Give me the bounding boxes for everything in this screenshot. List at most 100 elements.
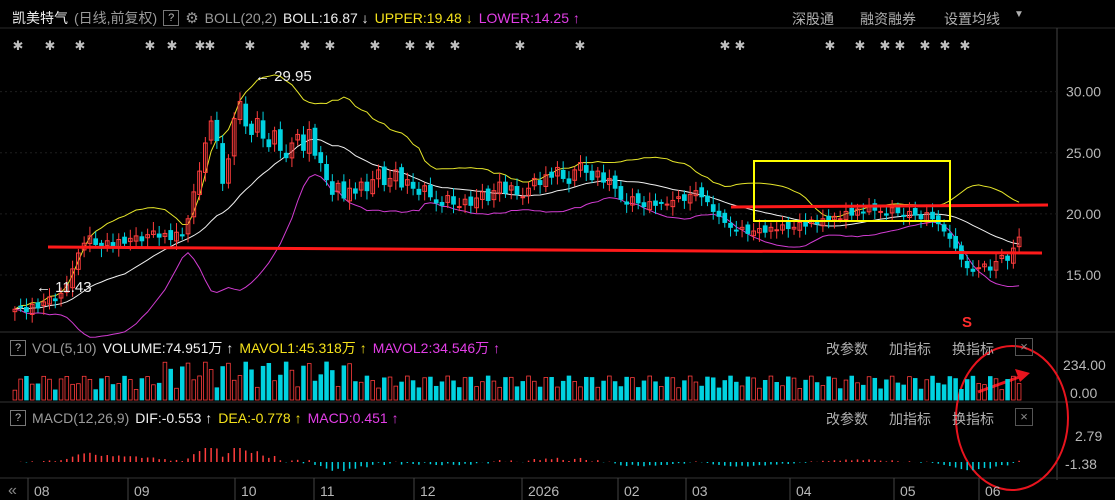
volume-bar xyxy=(457,387,462,401)
volume-bar xyxy=(745,376,751,401)
volume-bar xyxy=(757,387,762,401)
candle xyxy=(959,241,964,268)
candle xyxy=(295,129,301,146)
volume-bar xyxy=(503,377,508,401)
volume-bar xyxy=(335,385,341,401)
volume-bar xyxy=(549,377,554,401)
scroll-left-icon[interactable]: « xyxy=(8,482,17,500)
volume-bar xyxy=(24,375,29,401)
volume-bar xyxy=(145,376,150,401)
volume-bar xyxy=(220,366,225,401)
volume-bar xyxy=(255,386,260,401)
volume-bar xyxy=(70,383,75,401)
candle xyxy=(353,182,358,200)
candle xyxy=(226,154,231,189)
candle xyxy=(595,166,601,186)
vol-switch-indicator-button[interactable]: 换指标 xyxy=(952,339,994,359)
volume-bar xyxy=(572,381,577,401)
volume-bar xyxy=(889,375,895,401)
volume-bar xyxy=(208,369,214,401)
candle xyxy=(41,293,47,315)
candle xyxy=(358,177,364,197)
candle xyxy=(422,182,428,201)
candle xyxy=(116,233,122,257)
volume-bar xyxy=(162,361,168,401)
candle xyxy=(664,196,670,211)
volume-bar xyxy=(635,387,641,401)
volume-bar xyxy=(35,383,41,401)
volume-bar xyxy=(988,376,993,401)
candle xyxy=(202,137,208,182)
candle xyxy=(774,221,780,239)
volume-bar xyxy=(249,369,254,401)
macd-header: ? MACD(12,26,9) DIF:-0.553 ↑ DEA:-0.778 … xyxy=(10,408,405,428)
y-axis: 30.00 25.00 20.00 15.00 xyxy=(1066,84,1101,283)
volume-bar xyxy=(751,377,756,401)
x-tick-label: 12 xyxy=(420,483,436,499)
volume-bar xyxy=(104,376,110,401)
vol-edit-params-button[interactable]: 改参数 xyxy=(826,339,868,359)
volume-bar xyxy=(612,381,618,401)
candle xyxy=(630,188,635,212)
candle xyxy=(1005,251,1010,270)
candle xyxy=(439,196,445,213)
candle xyxy=(243,96,249,134)
volume-bar xyxy=(762,380,768,401)
volume-bar xyxy=(687,375,693,401)
volume-bar xyxy=(301,365,306,401)
candle xyxy=(999,248,1005,264)
macd-y-tick-max: 2.79 xyxy=(1075,428,1103,444)
macd-add-indicator-button[interactable]: 加指标 xyxy=(889,409,931,429)
close-icon[interactable]: × xyxy=(1015,338,1033,356)
candle xyxy=(953,228,958,253)
help-icon[interactable]: ? xyxy=(10,340,26,356)
volume-bar xyxy=(682,380,687,401)
volume-bar xyxy=(820,385,826,401)
x-tick-label: 02 xyxy=(624,483,640,499)
vol-add-indicator-button[interactable]: 加指标 xyxy=(889,339,931,359)
volume-bar xyxy=(670,377,676,401)
candle xyxy=(549,167,554,185)
volume-bar xyxy=(832,377,837,401)
macd-bars xyxy=(19,448,1020,472)
volume-bar xyxy=(272,380,277,401)
volume-bar xyxy=(659,386,664,401)
volume-bar xyxy=(480,381,485,401)
candle xyxy=(589,164,595,184)
macd-edit-params-button[interactable]: 改参数 xyxy=(826,409,868,429)
candle xyxy=(110,233,116,253)
volume-bar xyxy=(855,382,860,401)
candle xyxy=(24,298,29,320)
candle xyxy=(191,183,197,225)
candle xyxy=(151,221,156,238)
volume-bar xyxy=(410,380,416,401)
candle xyxy=(249,120,254,143)
candle xyxy=(901,207,907,225)
volume-bar xyxy=(768,375,774,401)
candle xyxy=(283,144,289,163)
candle xyxy=(612,170,618,198)
volume-bar xyxy=(451,380,456,401)
candle xyxy=(520,187,526,205)
volume-bar xyxy=(139,378,145,401)
y-tick-label: 25.00 xyxy=(1066,145,1101,161)
support-line xyxy=(47,245,1043,255)
candle xyxy=(601,164,606,189)
candle xyxy=(237,92,243,125)
candle xyxy=(318,146,324,172)
close-icon[interactable]: × xyxy=(1015,408,1033,426)
candle xyxy=(497,172,503,202)
volume-bar xyxy=(485,375,491,401)
macd-switch-indicator-button[interactable]: 换指标 xyxy=(952,409,994,429)
volume-bar xyxy=(312,380,318,401)
candle xyxy=(474,188,479,213)
help-icon[interactable]: ? xyxy=(10,410,26,426)
volume-bar xyxy=(41,375,46,401)
volume-bar xyxy=(370,380,375,401)
candle xyxy=(433,190,439,212)
volume-bar xyxy=(999,389,1005,401)
candle xyxy=(76,248,81,276)
volume-bar xyxy=(306,363,312,401)
info-star-marker: ✱ xyxy=(825,38,836,53)
info-star-marker: ✱ xyxy=(940,38,951,53)
